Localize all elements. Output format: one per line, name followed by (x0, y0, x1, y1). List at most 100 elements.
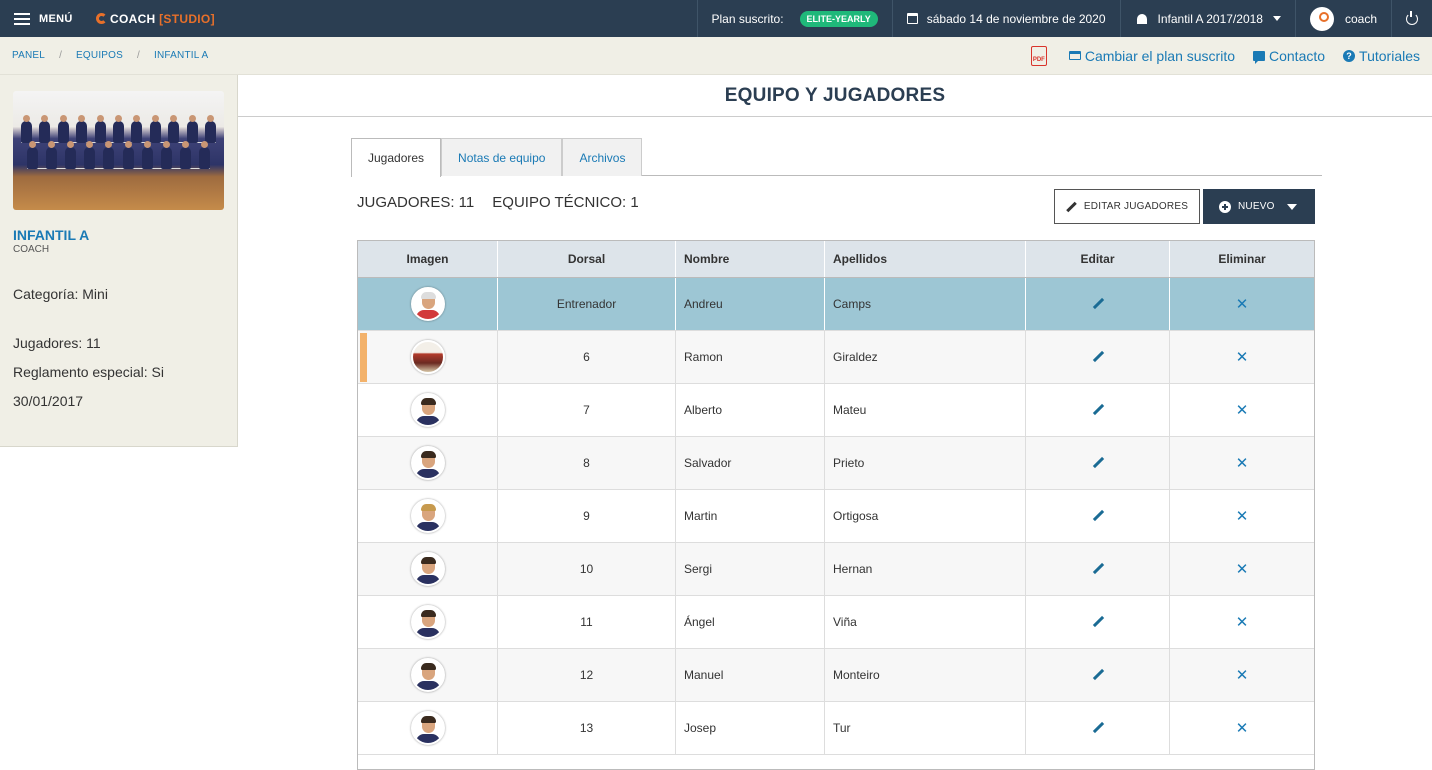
table-row[interactable]: Entrenador Andreu Camps ✕ (358, 278, 1314, 331)
cell-imagen (358, 702, 498, 754)
change-plan-link[interactable]: Cambiar el plan suscrito (1068, 47, 1235, 64)
cell-dorsal: 6 (498, 331, 676, 383)
close-icon[interactable]: ✕ (1236, 562, 1249, 577)
header-nombre: Nombre (676, 241, 825, 277)
new-button[interactable]: NUEVO (1203, 189, 1315, 224)
player-avatar (410, 605, 445, 639)
breadcrumb-infantil-a[interactable]: INFANTIL A (154, 50, 208, 61)
date-display[interactable]: sábado 14 de noviembre de 2020 (891, 0, 1120, 37)
table-body: Entrenador Andreu Camps ✕ 6 Ramon Giraldez ✕ 7 Al… (358, 278, 1314, 755)
team-role: COACH (13, 244, 50, 255)
pencil-icon[interactable] (1092, 563, 1104, 575)
team-category: Categoría: Mini (13, 286, 108, 302)
logout-button[interactable] (1391, 0, 1432, 37)
cell-eliminar: ✕ (1170, 543, 1314, 595)
app-logo[interactable]: COACH [STUDIO] (96, 12, 215, 26)
cell-apellidos: Prieto (825, 437, 1026, 489)
players-count: JUGADORES: 11 (357, 194, 475, 211)
tab-archivos[interactable]: Archivos (562, 138, 643, 176)
close-icon[interactable]: ✕ (1236, 350, 1249, 365)
team-selector-label: Infantil A 2017/2018 (1157, 11, 1263, 26)
cell-apellidos: Ortigosa (825, 490, 1026, 542)
change-plan-label: Cambiar el plan suscrito (1084, 47, 1235, 64)
top-bar: MENÚ COACH [STUDIO] Plan suscrito: ELITE… (0, 0, 1432, 37)
cell-imagen (358, 596, 498, 648)
table-row[interactable]: 12 Manuel Monteiro ✕ (358, 649, 1314, 702)
close-icon[interactable]: ✕ (1236, 615, 1249, 630)
table-row[interactable]: 11 Ángel Viña ✕ (358, 596, 1314, 649)
table-row[interactable]: 10 Sergi Hernan ✕ (358, 543, 1314, 596)
cell-apellidos: Camps (825, 278, 1026, 330)
close-icon[interactable]: ✕ (1236, 403, 1249, 418)
cell-apellidos: Tur (825, 702, 1026, 754)
cell-editar (1026, 702, 1170, 754)
staff-count: EQUIPO TÉCNICO: 1 (492, 194, 639, 211)
table-row[interactable]: 8 Salvador Prieto ✕ (358, 437, 1314, 490)
user-menu[interactable]: coach (1294, 0, 1391, 37)
logo-bracket: [STUDIO] (159, 11, 215, 26)
page-title: EQUIPO Y JUGADORES (724, 84, 946, 106)
table-row[interactable]: 7 Alberto Mateu ✕ (358, 384, 1314, 437)
breadcrumb-panel[interactable]: PANEL (12, 50, 45, 61)
edit-players-button[interactable]: EDITAR JUGADORES (1054, 189, 1200, 224)
team-sidebar: INFANTIL A COACH Categoría: Mini Jugador… (0, 75, 238, 447)
credit-card-icon (1068, 51, 1081, 60)
pdf-icon[interactable]: PDF (1030, 45, 1047, 66)
table-row[interactable]: 9 Martin Ortigosa ✕ (358, 490, 1314, 543)
tutorials-link[interactable]: ? Tutoriales (1343, 48, 1420, 64)
close-icon[interactable]: ✕ (1236, 509, 1249, 524)
cell-dorsal: 11 (498, 596, 676, 648)
cell-nombre: Salvador (676, 437, 825, 489)
team-name: INFANTIL A (13, 227, 90, 243)
players-table: Imagen Dorsal Nombre Apellidos Editar El… (357, 240, 1315, 770)
cell-eliminar: ✕ (1170, 384, 1314, 436)
pencil-icon[interactable] (1092, 404, 1104, 416)
tab-jugadores[interactable]: Jugadores (351, 138, 442, 177)
close-icon[interactable]: ✕ (1236, 721, 1249, 736)
pencil-icon[interactable] (1092, 510, 1104, 522)
header-apellidos: Apellidos (825, 241, 1026, 277)
pencil-icon (1066, 202, 1076, 212)
team-photo (13, 91, 224, 210)
cell-imagen (358, 437, 498, 489)
team-counts: JUGADORES: 11 EQUIPO TÉCNICO: 1 (357, 194, 639, 211)
cell-nombre: Josep (676, 702, 825, 754)
menu-button[interactable]: MENÚ (0, 0, 96, 37)
pencil-icon[interactable] (1092, 298, 1104, 310)
close-icon[interactable]: ✕ (1236, 297, 1249, 312)
header-dorsal: Dorsal (498, 241, 676, 277)
cell-imagen (358, 331, 498, 383)
cell-apellidos: Giraldez (825, 331, 1026, 383)
close-icon[interactable]: ✕ (1236, 668, 1249, 683)
coach-logo-icon (96, 13, 107, 24)
player-avatar (410, 552, 445, 586)
cell-nombre: Ángel (676, 596, 825, 648)
chevron-down-icon[interactable] (1287, 204, 1297, 210)
breadcrumb-equipos[interactable]: EQUIPOS (76, 50, 123, 61)
hamburger-icon (14, 12, 30, 25)
breadcrumb: PANEL / EQUIPOS / INFANTIL A (0, 50, 208, 61)
pencil-icon[interactable] (1092, 457, 1104, 469)
contact-link[interactable]: Contacto (1253, 48, 1325, 64)
pencil-icon[interactable] (1092, 351, 1104, 363)
cell-dorsal: 7 (498, 384, 676, 436)
cell-nombre: Ramon (676, 331, 825, 383)
player-avatar (410, 446, 445, 480)
pencil-icon[interactable] (1092, 616, 1104, 628)
table-row[interactable]: 13 Josep Tur ✕ (358, 702, 1314, 755)
player-avatar (410, 658, 445, 692)
calendar-icon (906, 13, 918, 24)
cell-nombre: Andreu (676, 278, 825, 330)
table-row[interactable]: 6 Ramon Giraldez ✕ (358, 331, 1314, 384)
pencil-icon[interactable] (1092, 669, 1104, 681)
pencil-icon[interactable] (1092, 722, 1104, 734)
cell-eliminar: ✕ (1170, 649, 1314, 701)
team-selector[interactable]: Infantil A 2017/2018 (1119, 0, 1295, 37)
player-avatar (410, 287, 445, 321)
cell-editar (1026, 490, 1170, 542)
avatar (1309, 6, 1334, 31)
tab-notas-de-equipo[interactable]: Notas de equipo (441, 138, 563, 176)
contact-label: Contacto (1269, 47, 1326, 64)
row-marker (360, 333, 367, 382)
close-icon[interactable]: ✕ (1236, 456, 1249, 471)
